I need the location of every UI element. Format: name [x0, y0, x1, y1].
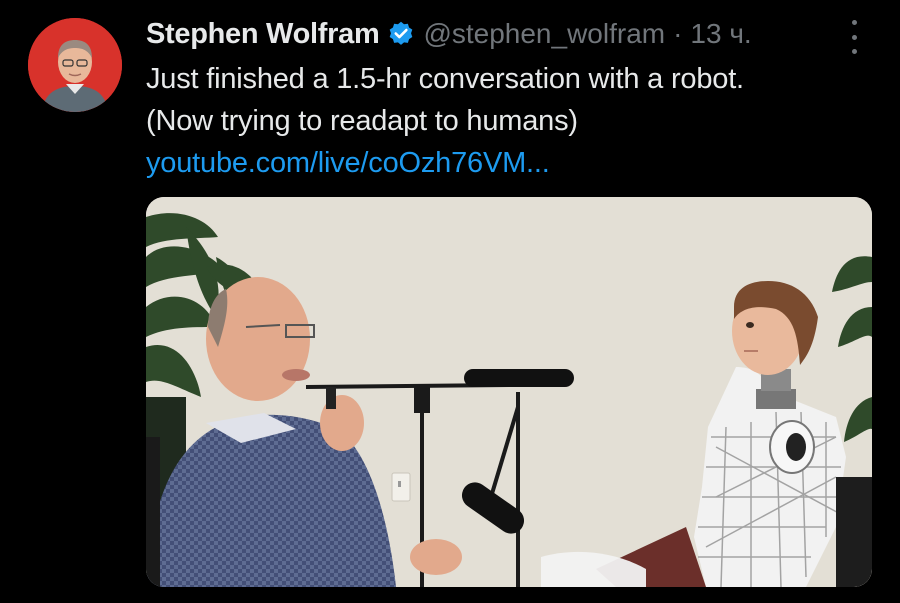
more-dot [851, 49, 857, 54]
tweet-text-line: (Now trying to readapt to humans) [146, 105, 578, 137]
tweet-text: Just finished a 1.5-hr conversation with… [146, 58, 866, 184]
author-handle[interactable]: @stephen_wolfram [423, 18, 665, 50]
verified-badge-icon[interactable] [387, 20, 415, 48]
tweet-header: Stephen Wolfram @stephen_wolfram · 13 ч. [146, 14, 752, 54]
more-dot [851, 34, 857, 40]
more-dot [851, 20, 857, 25]
tweet-media-image[interactable] [146, 197, 872, 587]
tweet-link[interactable]: youtube.com/live/coOzh76VM... [146, 142, 866, 184]
meta-separator: · [673, 18, 683, 49]
avatar[interactable] [28, 18, 122, 112]
tweet-timestamp[interactable]: 13 ч. [690, 18, 751, 50]
author-name[interactable]: Stephen Wolfram [146, 18, 380, 51]
avatar-image [28, 18, 122, 112]
tweet-text-line: Just finished a 1.5-hr conversation with… [146, 63, 744, 95]
tweet[interactable]: Stephen Wolfram @stephen_wolfram · 13 ч.… [0, 0, 900, 603]
more-options-icon[interactable] [842, 20, 866, 54]
